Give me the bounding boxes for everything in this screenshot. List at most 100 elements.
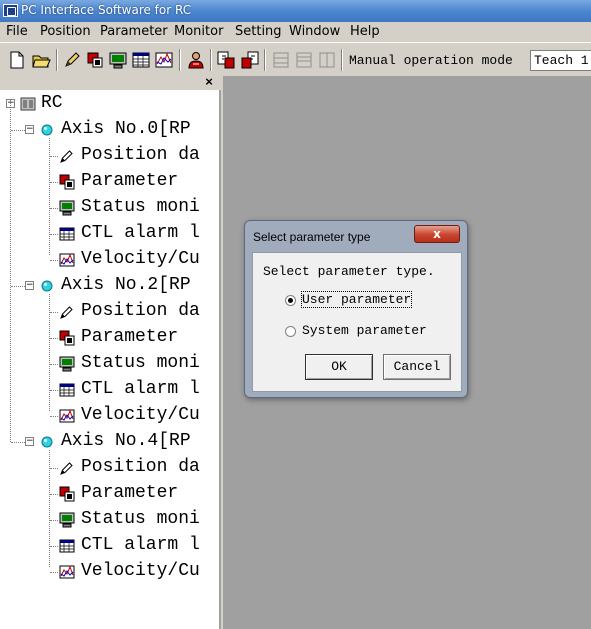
monitor-icon <box>59 512 75 528</box>
tree-connector <box>50 390 58 391</box>
tree-connector <box>50 364 58 365</box>
parameter-icon <box>59 174 75 190</box>
cancel-button[interactable]: Cancel <box>383 354 451 380</box>
tree-axis-1[interactable]: − Axis No.2[RP <box>0 273 220 299</box>
tree-connector <box>50 494 58 495</box>
menu-setting[interactable]: Setting <box>235 24 282 39</box>
tree-item[interactable]: CTL alarm l <box>0 377 218 403</box>
axis-label: Axis No.0[RP <box>61 119 191 139</box>
person-icon[interactable] <box>186 50 206 70</box>
monitor-icon <box>59 200 75 216</box>
tree-connector <box>50 182 58 183</box>
menu-parameter[interactable]: Parameter <box>100 24 168 39</box>
toolbar-separator <box>264 49 266 71</box>
tile-vertical-icon <box>317 50 337 70</box>
tree-item-label: CTL alarm l <box>81 535 200 555</box>
toolbar-separator <box>341 49 343 71</box>
alarm-table-icon <box>59 226 75 242</box>
tree-connector <box>10 100 11 442</box>
tree-item[interactable]: Parameter <box>0 481 218 507</box>
parameter-icon[interactable] <box>85 50 105 70</box>
system-parameter-radio[interactable] <box>285 326 296 337</box>
tree-connector <box>50 260 58 261</box>
tree-item-label: Parameter <box>81 171 179 191</box>
toolbar-separator <box>179 49 181 71</box>
download-icon[interactable] <box>240 50 260 70</box>
tree-item[interactable]: Position da <box>0 455 218 481</box>
menu-position[interactable]: Position <box>40 24 91 39</box>
tree-item[interactable]: Status moni <box>0 351 218 377</box>
tree-item-label: Parameter <box>81 483 179 503</box>
monitor-icon <box>59 356 75 372</box>
tree-connector <box>50 572 58 573</box>
dialog-close-button[interactable]: x <box>414 225 460 243</box>
dialog-prompt: Select parameter type. <box>263 264 435 279</box>
tile-stacked-icon <box>294 50 314 70</box>
menu-bar: File Position Parameter Monitor Setting … <box>0 22 591 42</box>
new-file-icon[interactable] <box>7 50 27 70</box>
collapse-icon[interactable]: − <box>25 281 34 290</box>
user-parameter-label[interactable]: User parameter <box>300 291 413 308</box>
tree-item[interactable]: Parameter <box>0 169 218 195</box>
menu-window[interactable]: Window <box>289 24 340 39</box>
graph-icon[interactable] <box>154 50 174 70</box>
operation-mode-label: Manual operation mode <box>349 53 513 68</box>
tree-connector <box>50 208 58 209</box>
tree-connector <box>11 130 25 131</box>
dialog-body: Select parameter type. User parameter Sy… <box>252 252 462 392</box>
tree-item[interactable]: Position da <box>0 143 218 169</box>
axis-label: Axis No.4[RP <box>61 431 191 451</box>
tree-connector <box>50 416 58 417</box>
pencil-icon <box>59 148 75 164</box>
tree-root[interactable]: − RC <box>0 91 220 117</box>
tree-item[interactable]: Velocity/Cu <box>0 403 218 429</box>
tree-item[interactable]: Velocity/Cu <box>0 247 218 273</box>
tree-item-label: Position da <box>81 301 200 321</box>
tree-item[interactable]: CTL alarm l <box>0 533 218 559</box>
tree-axis-2[interactable]: − Axis No.4[RP <box>0 429 220 455</box>
user-parameter-radio[interactable] <box>285 295 296 306</box>
tree-item[interactable]: Status moni <box>0 507 218 533</box>
tree-connector <box>50 156 58 157</box>
menu-monitor[interactable]: Monitor <box>174 24 223 39</box>
tree-item-label: Velocity/Cu <box>81 249 200 269</box>
collapse-icon[interactable]: − <box>25 125 34 134</box>
axis-label: Axis No.2[RP <box>61 275 191 295</box>
tree-item[interactable]: Status moni <box>0 195 218 221</box>
pencil-icon <box>59 304 75 320</box>
open-folder-icon[interactable] <box>31 50 51 70</box>
menu-help[interactable]: Help <box>350 24 380 39</box>
toolbar: Manual operation mode Teach 1 <box>0 42 591 76</box>
tree-connector <box>11 286 25 287</box>
tree-item[interactable]: Parameter <box>0 325 218 351</box>
tree-item-label: Position da <box>81 457 200 477</box>
upload-icon[interactable] <box>216 50 236 70</box>
monitor-icon[interactable] <box>108 50 128 70</box>
system-parameter-label[interactable]: System parameter <box>302 323 427 338</box>
menu-file[interactable]: File <box>6 24 28 39</box>
tree-pane-header <box>0 76 221 90</box>
tree-item[interactable]: Velocity/Cu <box>0 559 218 585</box>
tree-axis-0[interactable]: − Axis No.0[RP <box>0 117 220 143</box>
alarm-table-icon[interactable] <box>131 50 151 70</box>
tree-item[interactable]: Position da <box>0 299 218 325</box>
graph-icon <box>59 408 75 424</box>
ok-button[interactable]: OK <box>305 354 373 380</box>
tree-item[interactable]: CTL alarm l <box>0 221 218 247</box>
toolbar-separator <box>210 49 212 71</box>
graph-icon <box>59 252 75 268</box>
parameter-icon <box>59 330 75 346</box>
tree-close-icon[interactable]: × <box>202 75 216 90</box>
toolbar-separator <box>56 49 58 71</box>
tree-connector <box>50 338 58 339</box>
pencil-icon[interactable] <box>62 50 82 70</box>
alarm-table-icon <box>59 382 75 398</box>
window-title: PC Interface Software for RC <box>21 3 192 17</box>
tree-root-label: RC <box>41 93 63 113</box>
axis-dot-icon <box>39 122 55 138</box>
operation-mode-select[interactable]: Teach 1 <box>530 50 591 71</box>
tree-item-label: Velocity/Cu <box>81 405 200 425</box>
collapse-icon[interactable]: − <box>25 437 34 446</box>
tree-connector <box>50 520 58 521</box>
axis-dot-icon <box>39 278 55 294</box>
